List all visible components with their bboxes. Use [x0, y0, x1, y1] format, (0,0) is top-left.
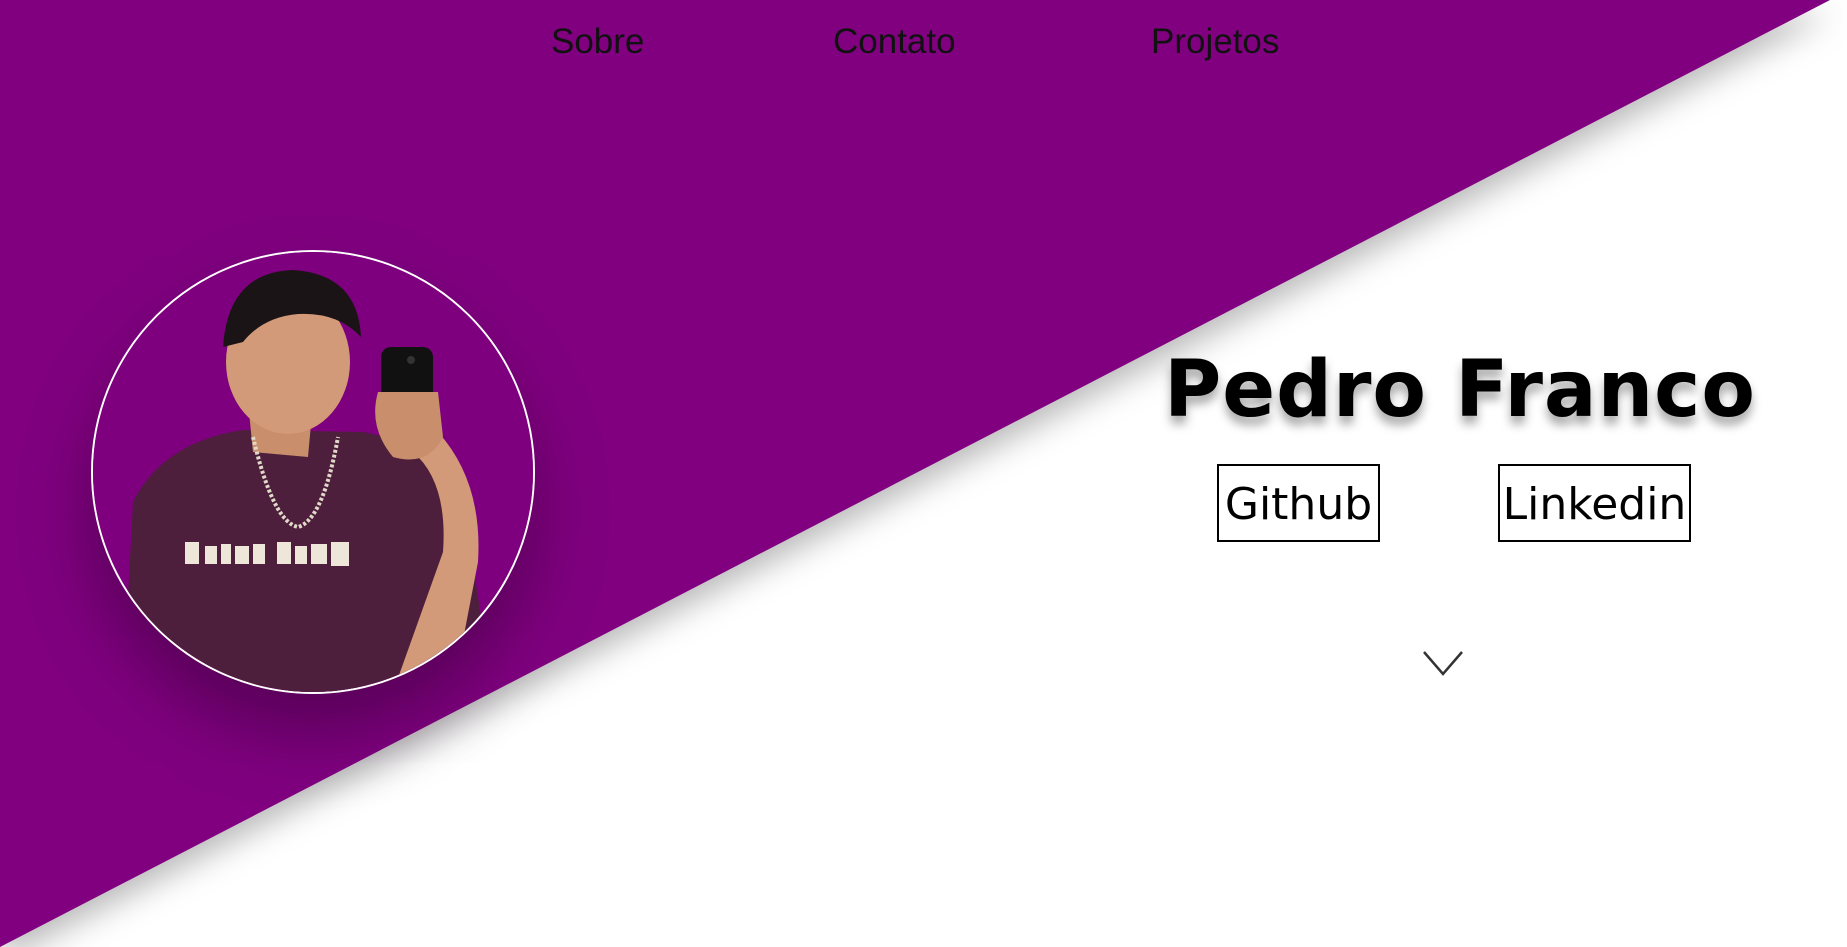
nav-link-projetos[interactable]: Projetos: [1151, 24, 1279, 59]
github-button[interactable]: Github: [1217, 464, 1380, 542]
nav-link-contato[interactable]: Contato: [833, 24, 956, 59]
hero-name: Pedro Franco: [1164, 345, 1756, 435]
top-navigation: Sobre Contato Projetos: [0, 18, 1847, 68]
page: Sobre Contato Projetos Pedro Franco Gith…: [0, 0, 1847, 947]
chevron-down-icon[interactable]: [1422, 648, 1464, 678]
linkedin-button[interactable]: Linkedin: [1498, 464, 1691, 542]
profile-photo: [91, 250, 535, 694]
nav-link-sobre[interactable]: Sobre: [551, 24, 644, 59]
profile-photo-illustration: [93, 252, 533, 692]
